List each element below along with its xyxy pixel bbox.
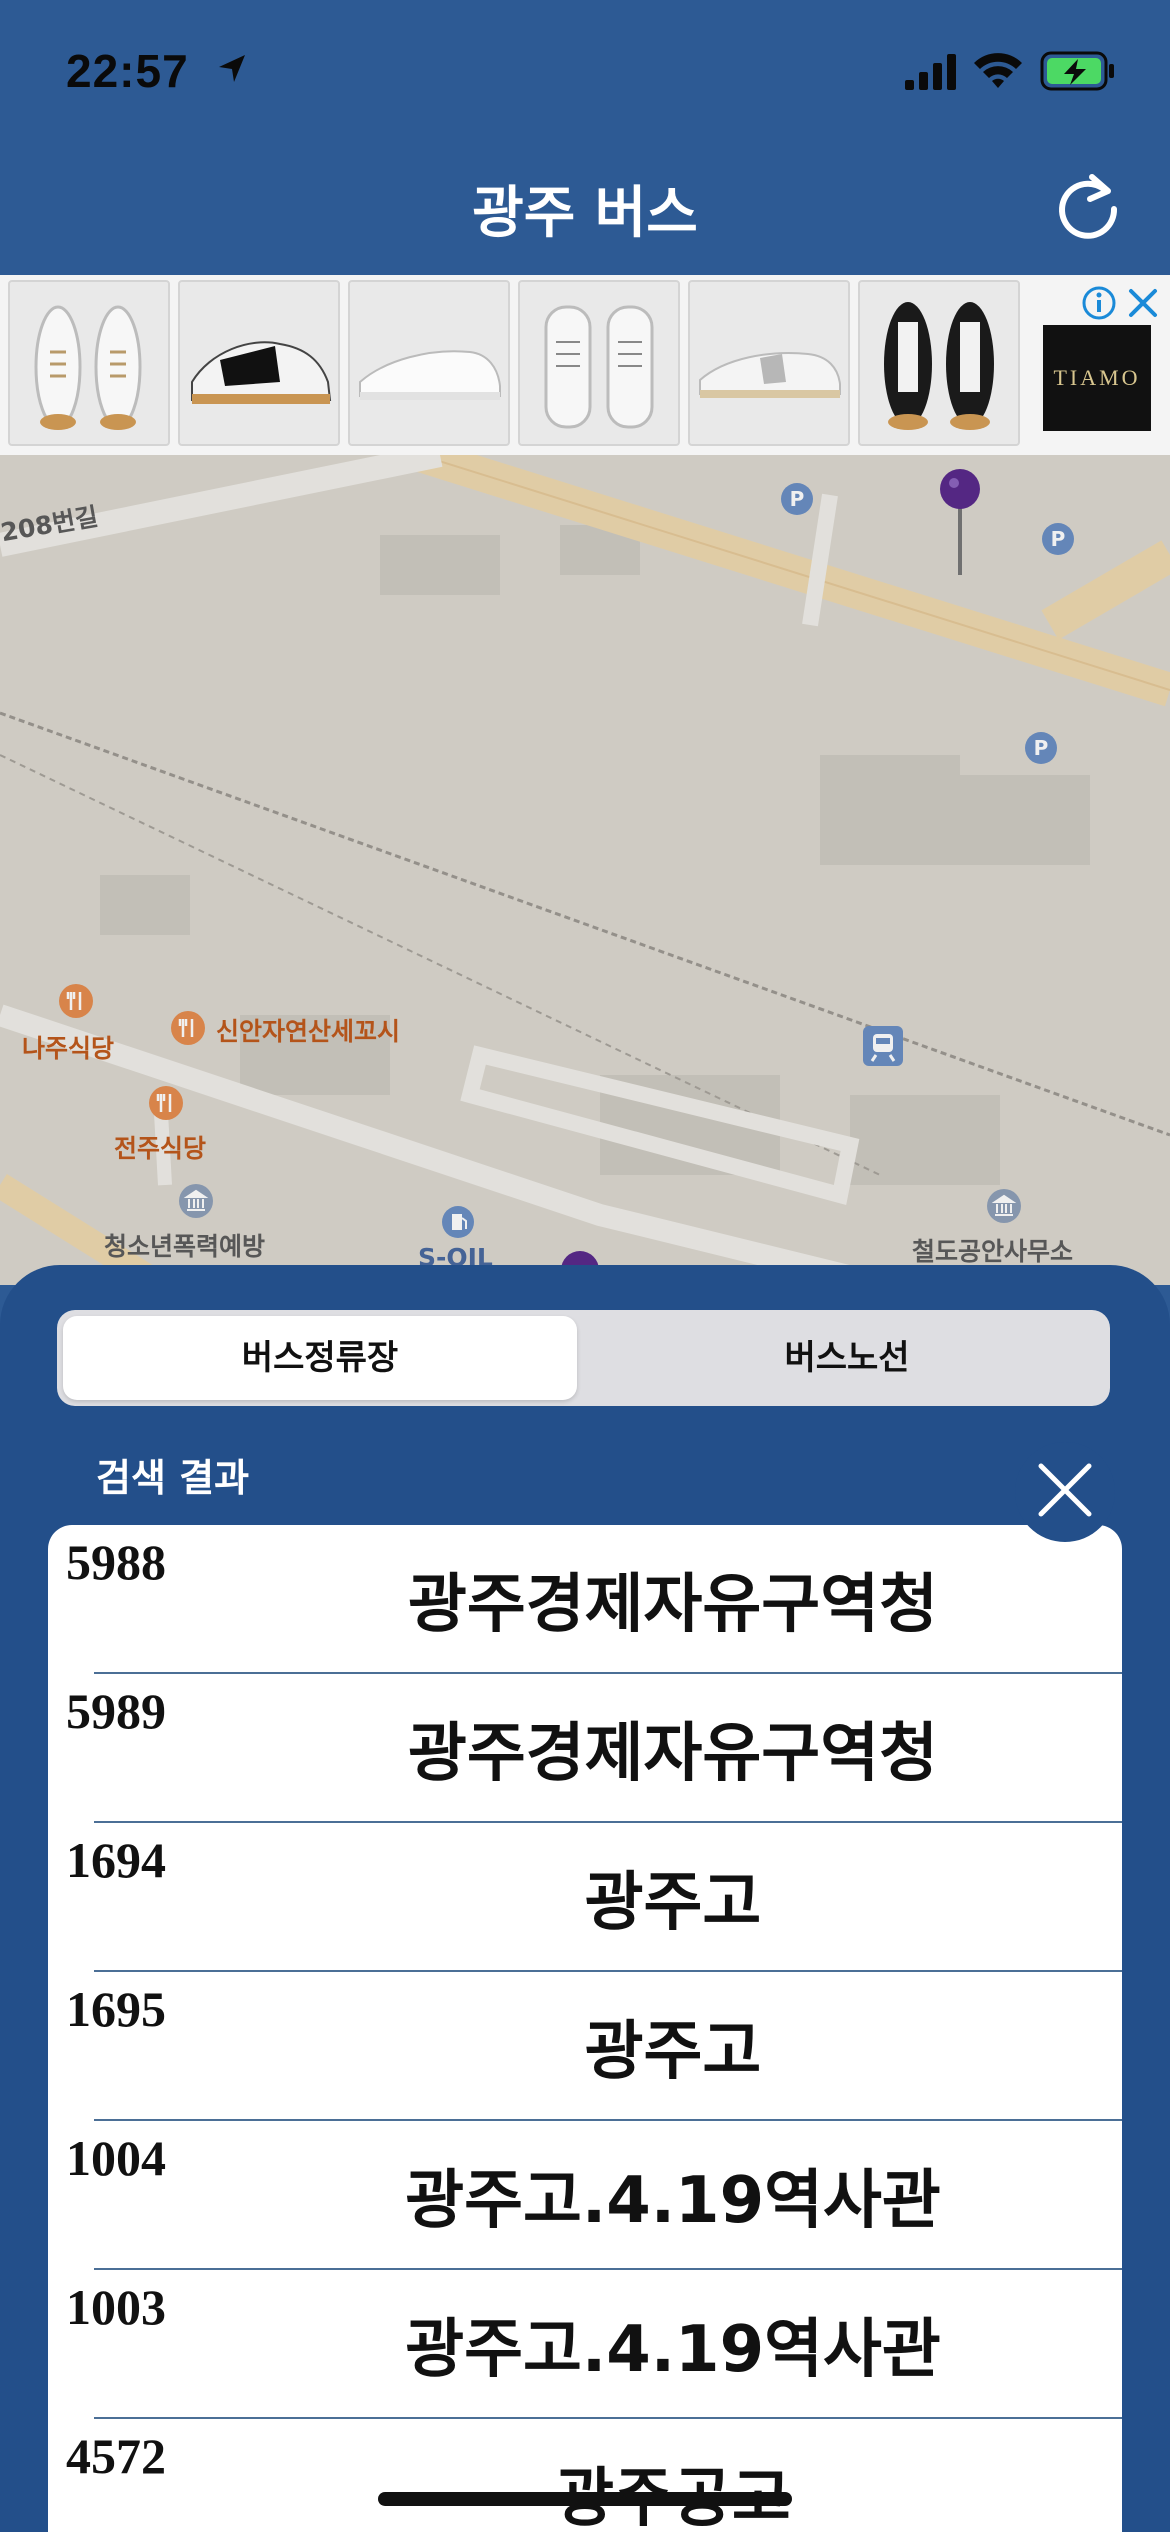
- list-item[interactable]: 4572 광주공고: [48, 2419, 1122, 2532]
- location-arrow-icon: [219, 55, 245, 82]
- stop-name: 광주고.4.19역사관: [405, 2313, 941, 2387]
- results-list[interactable]: 5988 광주경제자유구역청 5989 광주경제자유구역청 1694 광주고 1…: [48, 1525, 1122, 2532]
- battery-charging-icon: [1040, 51, 1114, 91]
- ad-product-image[interactable]: [8, 280, 170, 446]
- map-dim-overlay: [0, 455, 1170, 1285]
- nav-bar: 광주 버스: [0, 140, 1170, 275]
- ad-product-image[interactable]: [688, 280, 850, 446]
- info-icon[interactable]: [1081, 285, 1117, 321]
- close-icon[interactable]: [1125, 285, 1161, 321]
- refresh-button[interactable]: [1048, 165, 1128, 245]
- map-view[interactable]: 208번길 P P P 나주식당 신안자연산세꼬시 전주식당 청소년폭력예방 철…: [0, 455, 1170, 1285]
- ad-product-image[interactable]: [178, 280, 340, 446]
- ad-product-image[interactable]: [348, 280, 510, 446]
- stop-name: 광주경제자유구역청: [408, 1568, 938, 1642]
- ad-banner[interactable]: TIAMO: [0, 275, 1170, 455]
- wifi-icon: [974, 53, 1022, 88]
- stop-name: 광주경제자유구역청: [408, 1717, 938, 1791]
- status-time: 22:57: [66, 45, 189, 97]
- close-results-button[interactable]: [1015, 1442, 1115, 1542]
- list-item[interactable]: 1695 광주고: [48, 1972, 1122, 2121]
- list-item[interactable]: 1694 광주고: [48, 1823, 1122, 1972]
- ad-brand-logo[interactable]: TIAMO: [1043, 325, 1151, 431]
- list-item[interactable]: 1003 광주고.4.19역사관: [48, 2270, 1122, 2419]
- refresh-icon: [1059, 174, 1118, 239]
- stop-name: 광주고: [584, 2015, 762, 2089]
- stop-name: 광주공고: [555, 2462, 791, 2532]
- stop-name: 광주고.4.19역사관: [405, 2164, 941, 2238]
- page-title: 광주 버스: [472, 181, 698, 246]
- tab-bus-stop[interactable]: 버스정류장: [63, 1316, 577, 1400]
- tab-bus-route[interactable]: 버스노선: [590, 1316, 1104, 1400]
- ad-product-image[interactable]: [858, 280, 1020, 446]
- cellular-signal-icon: [905, 54, 956, 90]
- list-item[interactable]: 1004 광주고.4.19역사관: [48, 2121, 1122, 2270]
- segmented-control: 버스정류장 버스노선: [57, 1310, 1110, 1406]
- home-indicator[interactable]: [378, 2492, 792, 2506]
- close-icon: [1038, 1463, 1092, 1517]
- list-item[interactable]: 5989 광주경제자유구역청: [48, 1674, 1122, 1823]
- ad-product-image[interactable]: [518, 280, 680, 446]
- results-heading: 검색 결과: [96, 1456, 250, 1500]
- bottom-sheet: 버스정류장 버스노선 검색 결과 5988 광주경제자유구역청 5989 광주경…: [0, 1265, 1170, 2532]
- status-bar: 22:57: [0, 0, 1170, 140]
- stop-name: 광주고: [584, 1866, 762, 1940]
- list-item[interactable]: 5988 광주경제자유구역청: [48, 1525, 1122, 1674]
